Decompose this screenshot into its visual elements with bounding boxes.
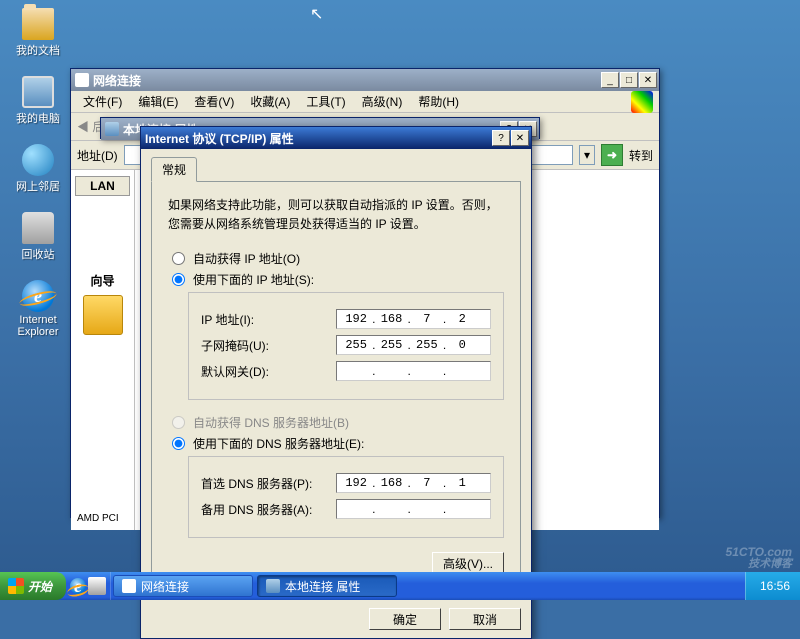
menu-help[interactable]: 帮助(H) <box>412 91 465 112</box>
dialog-tcpip-properties[interactable]: Internet 协议 (TCP/IP) 属性 ? ✕ 常规 如果网络支持此功能… <box>140 126 532 639</box>
gateway-input[interactable]: . . . <box>336 361 491 381</box>
radio-auto-ip-input[interactable] <box>172 252 185 265</box>
dns1-label: 首选 DNS 服务器(P): <box>201 475 336 492</box>
ql-ie-icon[interactable] <box>70 578 86 594</box>
dns2-label: 备用 DNS 服务器(A): <box>201 501 336 518</box>
network-icon <box>75 73 89 87</box>
tab-strip: 常规 <box>151 157 521 182</box>
dropdown-icon[interactable]: ▾ <box>579 145 595 165</box>
menu-favorites[interactable]: 收藏(A) <box>244 91 296 112</box>
ip-address-input[interactable]: . . . <box>336 309 491 329</box>
ip-fieldset: IP 地址(I): . . . 子网掩码(U): . . <box>188 292 504 400</box>
start-button[interactable]: 开始 <box>0 572 66 600</box>
gw-label: 默认网关(D): <box>201 363 336 380</box>
desktop-icons: 我的文档 我的电脑 网上邻居 回收站 Internet Explorer <box>8 8 68 338</box>
wizard-icon[interactable] <box>83 295 123 335</box>
cancel-button[interactable]: 取消 <box>449 608 521 630</box>
dns-fieldset: 首选 DNS 服务器(P): . . . 备用 DNS 服务器(A): . . <box>188 456 504 538</box>
window-title: 网络连接 <box>93 72 601 89</box>
radio-manual-ip-input[interactable] <box>172 273 185 286</box>
network-places-icon <box>22 144 54 176</box>
preferred-dns-input[interactable]: . . . <box>336 473 491 493</box>
ql-desktop-icon[interactable] <box>88 577 106 595</box>
watermark: 51CTO.com技术博客 <box>726 541 792 570</box>
close-button[interactable]: ✕ <box>511 130 529 146</box>
wizard-label: 向导 <box>75 272 130 289</box>
tab-general[interactable]: 常规 <box>151 157 197 182</box>
menubar: 文件(F) 编辑(E) 查看(V) 收藏(A) 工具(T) 高级(N) 帮助(H… <box>71 91 659 113</box>
radio-manual-dns-input[interactable] <box>172 437 185 450</box>
preferred-dns-field: 首选 DNS 服务器(P): . . . <box>201 473 491 493</box>
description-text: 如果网络支持此功能，则可以获取自动指派的 IP 设置。否则，您需要从网络系统管理… <box>168 196 504 234</box>
menu-tools[interactable]: 工具(T) <box>300 91 351 112</box>
subnet-mask-input[interactable]: . . . <box>336 335 491 355</box>
desktop-icon-network[interactable]: 网上邻居 <box>8 144 68 194</box>
desktop-icon-documents[interactable]: 我的文档 <box>8 8 68 58</box>
menu-edit[interactable]: 编辑(E) <box>132 91 184 112</box>
lan-header: LAN <box>75 176 130 196</box>
desktop-icon-recycle[interactable]: 回收站 <box>8 212 68 262</box>
address-label: 地址(D) <box>77 147 118 164</box>
quick-launch <box>66 572 111 600</box>
mouse-cursor: ↖ <box>310 4 323 24</box>
windows-logo-icon <box>631 91 653 113</box>
clock: 16:56 <box>760 579 790 593</box>
left-panel: LAN 向导 AMD PCI <box>71 170 135 530</box>
lan-icon <box>266 579 280 593</box>
maximize-button[interactable]: □ <box>620 72 638 88</box>
lan-icon <box>105 122 119 136</box>
alternate-dns-field: 备用 DNS 服务器(A): . . . <box>201 499 491 519</box>
ip-address-field: IP 地址(I): . . . <box>201 309 491 329</box>
go-button[interactable]: ➜ <box>601 144 623 166</box>
dialog-body: 常规 如果网络支持此功能，则可以获取自动指派的 IP 设置。否则，您需要从网络系… <box>141 149 531 599</box>
close-button[interactable]: ✕ <box>639 72 657 88</box>
network-icon <box>122 579 136 593</box>
system-tray[interactable]: 16:56 <box>745 572 800 600</box>
radio-manual-ip[interactable]: 使用下面的 IP 地址(S): <box>172 271 504 288</box>
radio-auto-dns-input <box>172 416 185 429</box>
help-button[interactable]: ? <box>492 130 510 146</box>
dialog-title: Internet 协议 (TCP/IP) 属性 <box>145 130 492 147</box>
taskbar-item-lan-props[interactable]: 本地连接 属性 <box>257 575 397 597</box>
device-text: AMD PCI <box>77 513 119 524</box>
desktop-icon-computer[interactable]: 我的电脑 <box>8 76 68 126</box>
tab-panel: 如果网络支持此功能，则可以获取自动指派的 IP 设置。否则，您需要从网络系统管理… <box>151 181 521 589</box>
menu-file[interactable]: 文件(F) <box>77 91 128 112</box>
mask-label: 子网掩码(U): <box>201 337 336 354</box>
folder-icon <box>22 8 54 40</box>
menu-advanced[interactable]: 高级(N) <box>356 91 409 112</box>
computer-icon <box>22 76 54 108</box>
radio-auto-dns: 自动获得 DNS 服务器地址(B) <box>172 414 504 431</box>
gateway-field: 默认网关(D): . . . <box>201 361 491 381</box>
windows-logo-icon <box>8 578 24 594</box>
button-row: 确定 取消 <box>141 599 531 638</box>
go-label: 转到 <box>629 147 653 164</box>
ok-button[interactable]: 确定 <box>369 608 441 630</box>
ip-label: IP 地址(I): <box>201 311 336 328</box>
radio-manual-dns[interactable]: 使用下面的 DNS 服务器地址(E): <box>172 435 504 452</box>
ie-icon <box>22 280 54 312</box>
titlebar-tcpip[interactable]: Internet 协议 (TCP/IP) 属性 ? ✕ <box>141 127 531 149</box>
subnet-mask-field: 子网掩码(U): . . . <box>201 335 491 355</box>
taskbar-item-network[interactable]: 网络连接 <box>113 575 253 597</box>
radio-auto-ip[interactable]: 自动获得 IP 地址(O) <box>172 250 504 267</box>
titlebar-network[interactable]: 网络连接 _ □ ✕ <box>71 69 659 91</box>
alternate-dns-input[interactable]: . . . <box>336 499 491 519</box>
minimize-button[interactable]: _ <box>601 72 619 88</box>
recycle-bin-icon <box>22 212 54 244</box>
desktop-icon-ie[interactable]: Internet Explorer <box>8 280 68 338</box>
desktop: 我的文档 我的电脑 网上邻居 回收站 Internet Explorer ↖ 5… <box>0 0 800 600</box>
taskbar: 开始 网络连接 本地连接 属性 16:56 <box>0 572 800 600</box>
menu-view[interactable]: 查看(V) <box>188 91 240 112</box>
